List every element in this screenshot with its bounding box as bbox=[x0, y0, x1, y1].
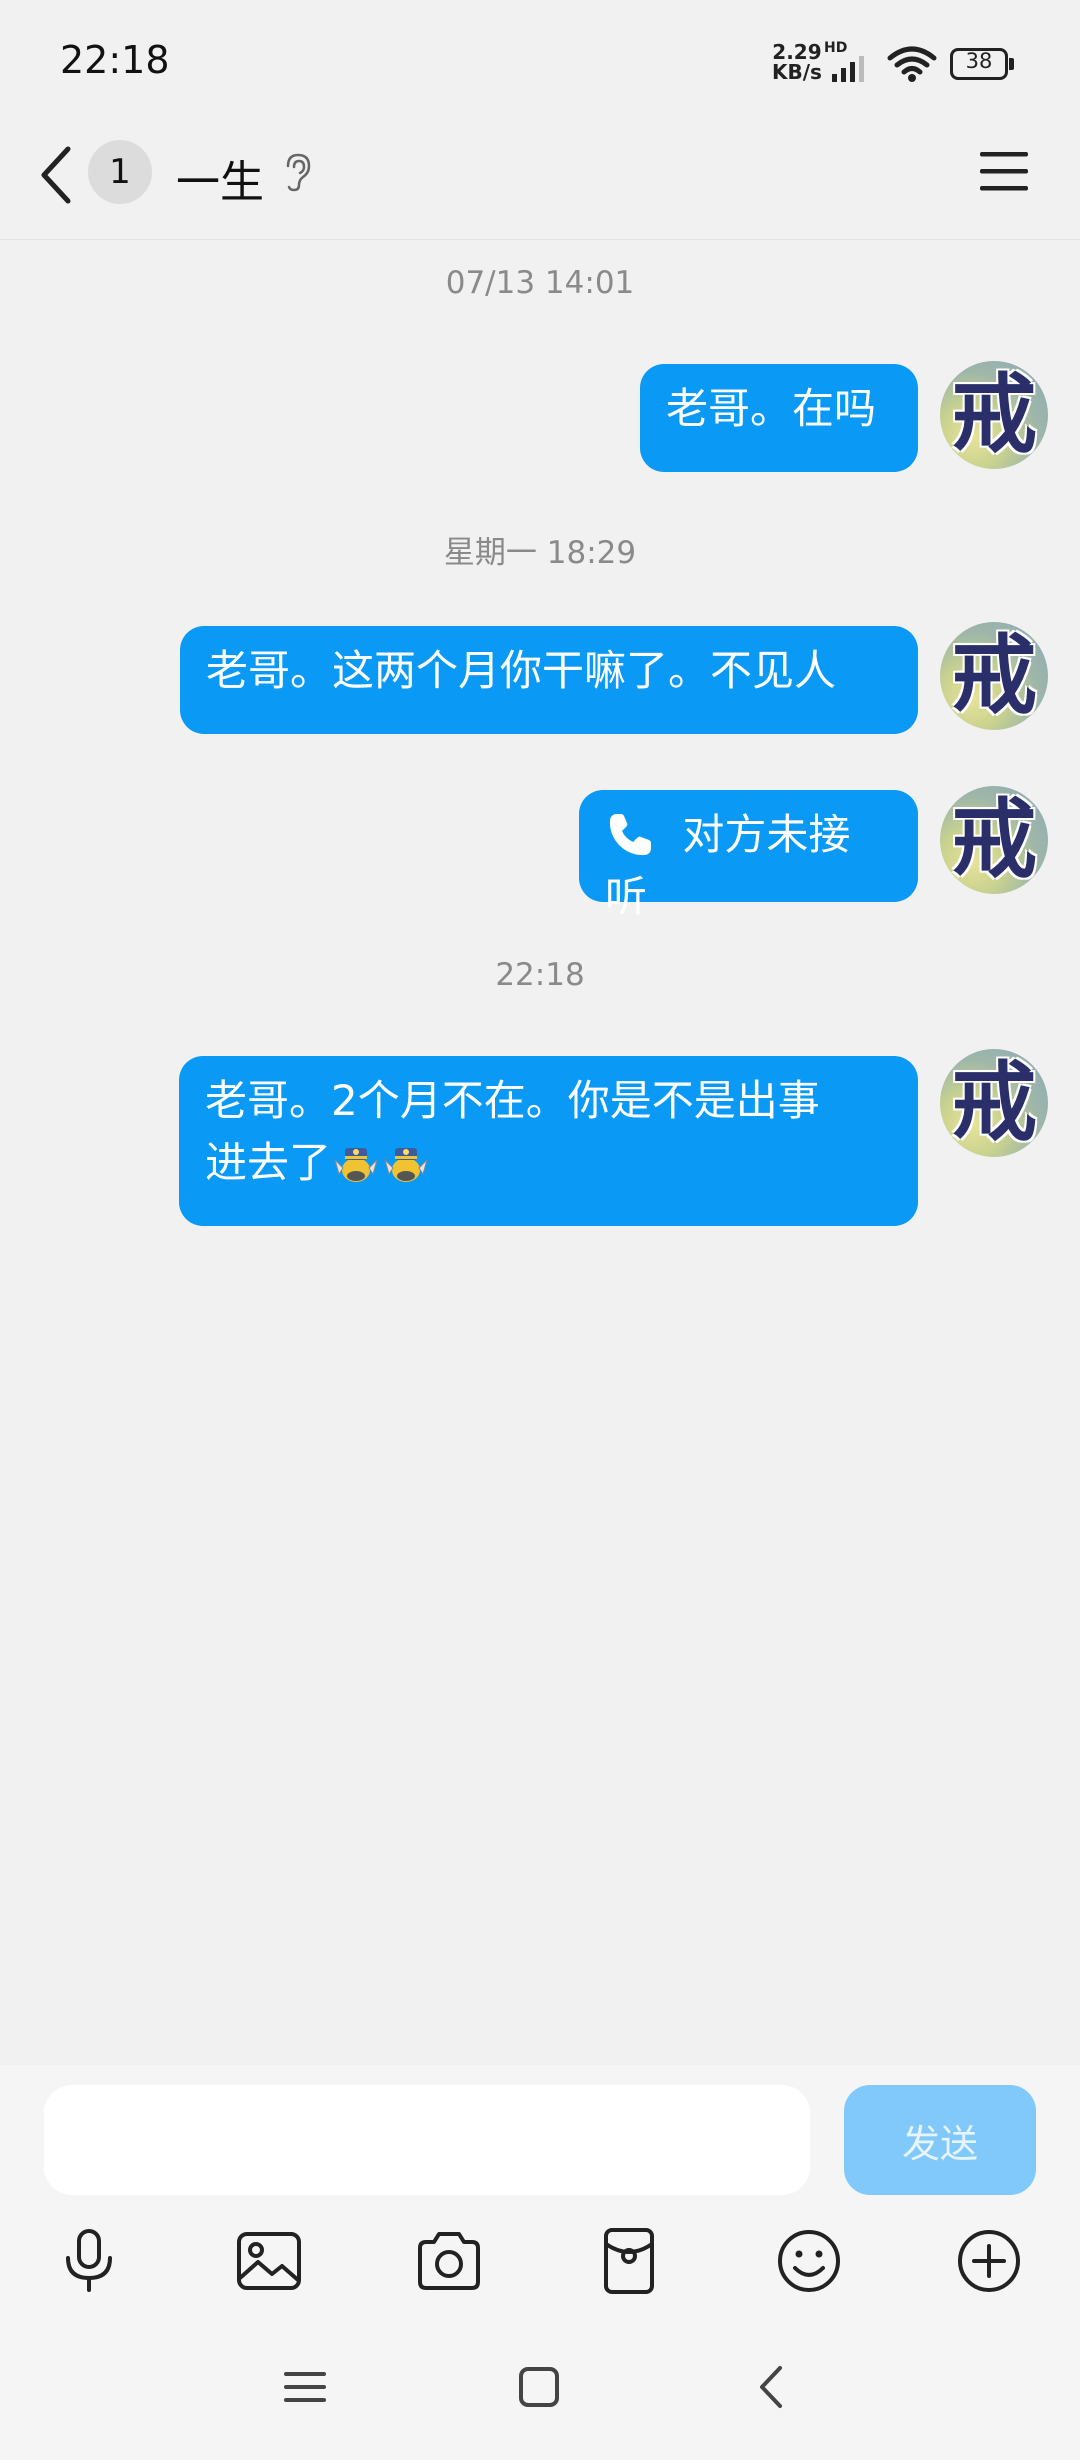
avatar[interactable]: 戒 bbox=[940, 361, 1048, 469]
status-time: 22:18 bbox=[60, 38, 170, 82]
microphone-icon[interactable] bbox=[54, 2226, 124, 2296]
image-icon[interactable] bbox=[234, 2226, 304, 2296]
message-bubble[interactable]: 老哥。这两个月你干嘛了。不见人 bbox=[180, 626, 918, 734]
message-text-line: 老哥。2个月不在。你是不是出事 bbox=[205, 1076, 820, 1125]
avatar-character: 戒 bbox=[951, 365, 1037, 465]
back-arrow-icon[interactable] bbox=[36, 145, 76, 205]
avatar[interactable]: 戒 bbox=[940, 622, 1048, 730]
earpiece-mode-icon[interactable] bbox=[282, 152, 314, 192]
message-bubble[interactable]: 老哥。在吗 bbox=[640, 364, 918, 472]
network-speed: 2.29 KB/s bbox=[772, 42, 822, 82]
wifi-icon bbox=[887, 46, 937, 82]
network-speed-value: 2.29 bbox=[772, 40, 822, 64]
send-button[interactable]: 发送 bbox=[844, 2085, 1036, 2195]
message-text: 老哥。在吗 bbox=[666, 384, 877, 433]
message-text: 进去了 bbox=[205, 1138, 332, 1187]
home-icon[interactable] bbox=[514, 2362, 564, 2412]
message-timestamp: 22:18 bbox=[495, 957, 585, 993]
recent-apps-icon[interactable] bbox=[280, 2362, 330, 2412]
salute-emoji-icon bbox=[384, 1147, 429, 1182]
status-bar: 22:18 2.29 KB/s HD 38 bbox=[0, 0, 1080, 125]
call-record-bubble[interactable]: 对方未接听 bbox=[579, 790, 918, 921]
contact-name[interactable]: 一生 bbox=[176, 146, 264, 210]
message-timestamp: 07/13 14:01 bbox=[445, 265, 635, 301]
avatar-character: 戒 bbox=[951, 626, 1037, 726]
message-text-line-2: 进去了 bbox=[205, 1132, 892, 1194]
avatar-character: 戒 bbox=[951, 1053, 1037, 1153]
message-text: 老哥。这两个月你干嘛了。不见人 bbox=[206, 646, 837, 695]
chat-header bbox=[0, 125, 1080, 240]
unread-count-badge[interactable]: 1 bbox=[88, 140, 152, 204]
red-packet-icon[interactable] bbox=[594, 2226, 664, 2296]
system-back-icon[interactable] bbox=[748, 2362, 798, 2412]
phone-icon bbox=[609, 813, 651, 855]
emoji-icon[interactable] bbox=[774, 2226, 844, 2296]
camera-icon[interactable] bbox=[414, 2226, 484, 2296]
battery-level: 38 bbox=[965, 49, 993, 73]
salute-emoji-icon bbox=[334, 1147, 379, 1182]
message-input[interactable] bbox=[44, 2085, 810, 2195]
message-timestamp: 星期一 18:29 bbox=[443, 535, 637, 571]
chat-menu-icon[interactable] bbox=[978, 149, 1030, 193]
network-speed-unit: KB/s bbox=[772, 60, 822, 84]
signal-icon bbox=[832, 56, 864, 82]
avatar[interactable]: 戒 bbox=[940, 1049, 1048, 1157]
message-bubble[interactable]: 老哥。2个月不在。你是不是出事 进去了 bbox=[179, 1056, 918, 1226]
plus-icon[interactable] bbox=[954, 2226, 1024, 2296]
battery-icon: 38 bbox=[950, 48, 1014, 80]
avatar-character: 戒 bbox=[951, 790, 1037, 890]
avatar[interactable]: 戒 bbox=[940, 786, 1048, 894]
